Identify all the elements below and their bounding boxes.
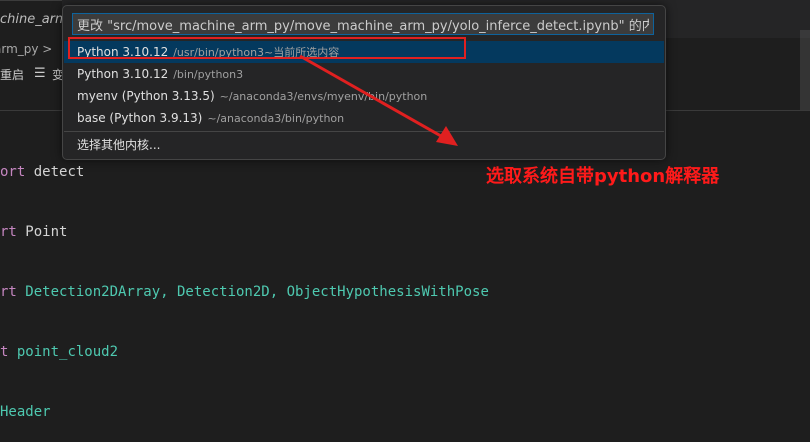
list-icon[interactable]: ☰ bbox=[34, 66, 46, 81]
code-line: rt Detection2DArray, Detection2D, Object… bbox=[0, 282, 489, 302]
variables-button-label[interactable]: 变 bbox=[52, 66, 62, 83]
code-text: point_cloud2 bbox=[8, 344, 119, 360]
kernel-option-description: /usr/bin/python3~当前所选内容 bbox=[173, 46, 340, 59]
kernel-option-description: /bin/python3 bbox=[173, 68, 244, 81]
code-line: ort detect bbox=[0, 162, 489, 182]
kernel-option-label: myenv (Python 3.13.5) bbox=[77, 89, 215, 103]
code-text: Detection2DArray, Detection2D, ObjectHyp… bbox=[16, 284, 489, 300]
code-line: rt Point bbox=[0, 222, 489, 242]
code-text: detect bbox=[25, 164, 85, 180]
restart-button[interactable]: 重启 bbox=[0, 66, 24, 83]
select-other-kernel-label: 选择其他内核... bbox=[77, 138, 161, 152]
kernel-picker: Python 3.10.12/usr/bin/python3~当前所选内容 Py… bbox=[62, 5, 666, 160]
code-cell[interactable]: ort detect rt Point rt Detection2DArray,… bbox=[0, 122, 489, 442]
kernel-picker-input[interactable] bbox=[72, 13, 654, 35]
code-line: Header bbox=[0, 402, 489, 422]
kernel-option-description: ~/anaconda3/envs/myenv/bin/python bbox=[219, 90, 428, 103]
notebook-tab[interactable]: achine_arm bbox=[0, 0, 62, 39]
kernel-option-description: ~/anaconda3/bin/python bbox=[207, 112, 345, 125]
code-text: Point bbox=[16, 224, 68, 240]
code-keyword: rt bbox=[0, 224, 17, 240]
code-text: Header bbox=[0, 404, 51, 420]
notebook-tab-label: achine_arm bbox=[0, 12, 62, 27]
code-line: t point_cloud2 bbox=[0, 342, 489, 362]
kernel-list: Python 3.10.12/usr/bin/python3~当前所选内容 Py… bbox=[64, 41, 664, 156]
kernel-option-bin-python[interactable]: Python 3.10.12/bin/python3 bbox=[64, 63, 664, 85]
kernel-option-system-python[interactable]: Python 3.10.12/usr/bin/python3~当前所选内容 bbox=[64, 41, 664, 63]
kernel-option-base[interactable]: base (Python 3.9.13) ~/anaconda3/bin/pyth… bbox=[64, 107, 664, 129]
kernel-option-label: Python 3.10.12 bbox=[77, 45, 169, 59]
code-keyword: t bbox=[0, 344, 9, 360]
kernel-option-label: Python 3.10.12 bbox=[77, 67, 169, 81]
breadcrumb[interactable]: arm_py > bbox=[0, 38, 62, 60]
annotation-text: 选取系统自带python解释器 bbox=[486, 166, 720, 187]
code-keyword: rt bbox=[0, 284, 17, 300]
select-other-kernel[interactable]: 选择其他内核... bbox=[64, 134, 664, 156]
code-keyword: ort bbox=[0, 164, 26, 180]
kernel-list-separator bbox=[64, 131, 664, 132]
kernel-option-label: base (Python 3.9.13) bbox=[77, 111, 203, 125]
kernel-option-myenv[interactable]: myenv (Python 3.13.5) ~/anaconda3/envs/my… bbox=[64, 85, 664, 107]
editor-scrollbar[interactable] bbox=[800, 30, 810, 110]
